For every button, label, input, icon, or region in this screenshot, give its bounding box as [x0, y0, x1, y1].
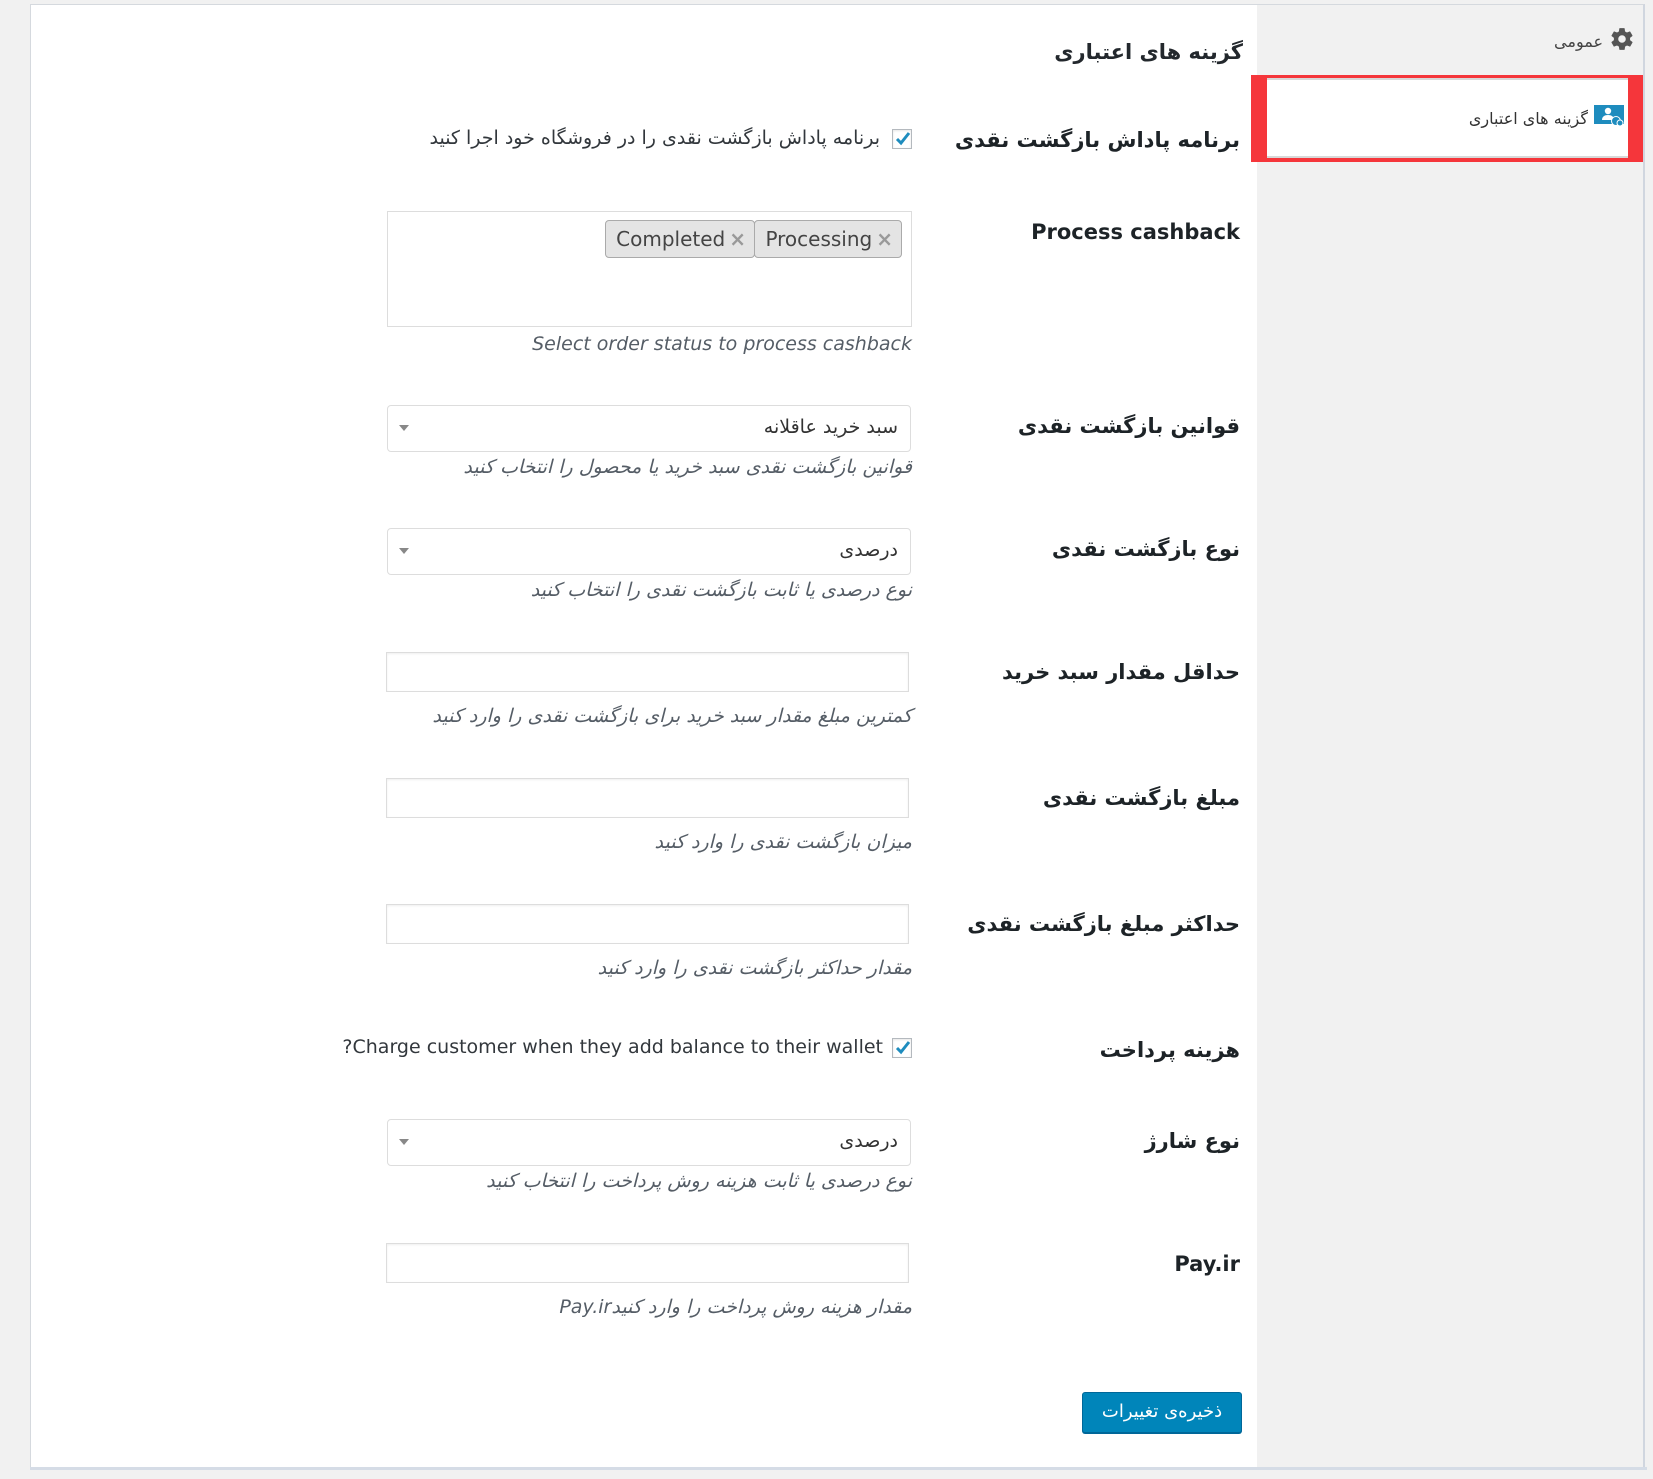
select-value: درصدی	[839, 539, 898, 561]
help-text: مقدار حداکثر بازگشت نقدی را وارد کنید	[597, 957, 912, 979]
sidebar-item-label: گزینه های اعتباری	[1468, 108, 1588, 128]
cashback-rules-select[interactable]: سبد خرید عاقلانه	[387, 405, 911, 452]
help-text: Select order status to process cashback	[532, 333, 912, 355]
dropdown-arrow-icon	[399, 1139, 409, 1145]
payment-fee-checkbox[interactable]	[892, 1038, 912, 1058]
field-label-process-cashback: Process cashback	[1031, 220, 1240, 244]
field-label-payir: Pay.ir	[1174, 1252, 1240, 1276]
field-label-min-cart-amount: حداقل مقدار سبد خرید	[1002, 660, 1240, 684]
field-label-charge-type: نوع شارژ	[1144, 1129, 1240, 1153]
cashback-program-checkbox[interactable]	[892, 129, 912, 149]
help-text: قوانین بازگشت نقدی سبد خرید یا محصول را …	[463, 456, 912, 478]
tag-chip: Processing ×	[754, 220, 902, 258]
field-label-max-cashback-amount: حداکثر مبلغ بازگشت نقدی	[967, 912, 1240, 936]
tag-label: Completed	[616, 227, 726, 251]
field-label-payment-fee: هزینه پرداخت	[1099, 1038, 1240, 1062]
help-text: مقدار هزینه روش پرداخت را وارد کنیدPay.i…	[559, 1296, 912, 1318]
help-text: کمترین مبلغ مقدار سبد خرید برای بازگشت ن…	[432, 705, 912, 727]
remove-tag-icon[interactable]: ×	[876, 227, 893, 251]
sidebar-item-general[interactable]: عمومی	[1554, 26, 1635, 56]
max-cashback-amount-input[interactable]	[386, 904, 909, 944]
field-label-cashback-type: نوع بازگشت نقدی	[1051, 537, 1240, 561]
payir-input[interactable]	[386, 1243, 909, 1283]
cashback-type-select[interactable]: درصدی	[387, 528, 911, 575]
payment-fee-checkbox-label: Charge customer when they add balance to…	[342, 1036, 883, 1058]
remove-tag-icon[interactable]: ×	[729, 227, 746, 251]
min-cart-amount-input[interactable]	[386, 652, 909, 692]
charge-type-select[interactable]: درصدی	[387, 1119, 911, 1166]
select-value: سبد خرید عاقلانه	[763, 416, 898, 438]
user-credit-icon	[1594, 105, 1624, 131]
save-changes-button[interactable]: ذخیره‌ی تغییرات	[1082, 1392, 1242, 1433]
dropdown-arrow-icon	[399, 548, 409, 554]
dropdown-arrow-icon	[399, 425, 409, 431]
help-text: نوع درصدی یا ثابت بازگشت نقدی را انتخاب …	[530, 579, 912, 601]
checkmark-icon	[895, 132, 911, 146]
field-label-cashback-amount: مبلغ بازگشت نقدی	[1042, 786, 1240, 810]
tag-chip: Completed ×	[605, 220, 755, 258]
cashback-program-checkbox-label: برنامه پاداش بازگشت نقدی را در فروشگاه خ…	[429, 127, 880, 149]
field-label-cashback-program: برنامه پاداش بازگشت نقدی	[954, 128, 1240, 152]
field-label-cashback-rules: قوانین بازگشت نقدی	[1017, 414, 1240, 438]
help-text: نوع درصدی یا ثابت هزینه روش پرداخت را ان…	[486, 1170, 912, 1192]
sidebar-item-label: عمومی	[1554, 31, 1603, 51]
checkmark-icon	[895, 1041, 911, 1055]
bottom-border	[30, 1467, 1647, 1470]
sidebar-item-credit-options[interactable]: گزینه های اعتباری	[1267, 78, 1628, 158]
highlight-box: گزینه های اعتباری	[1251, 75, 1643, 162]
order-status-multiselect[interactable]: Processing × Completed ×	[387, 211, 912, 327]
cashback-amount-input[interactable]	[386, 778, 909, 818]
settings-sidebar	[1257, 4, 1645, 1469]
tag-label: Processing	[765, 227, 873, 251]
page-title: گزینه های اعتباری	[1054, 40, 1243, 64]
gear-icon	[1609, 26, 1635, 56]
help-text: میزان بازگشت نقدی را وارد کنید	[654, 831, 912, 853]
select-value: درصدی	[839, 1130, 898, 1152]
